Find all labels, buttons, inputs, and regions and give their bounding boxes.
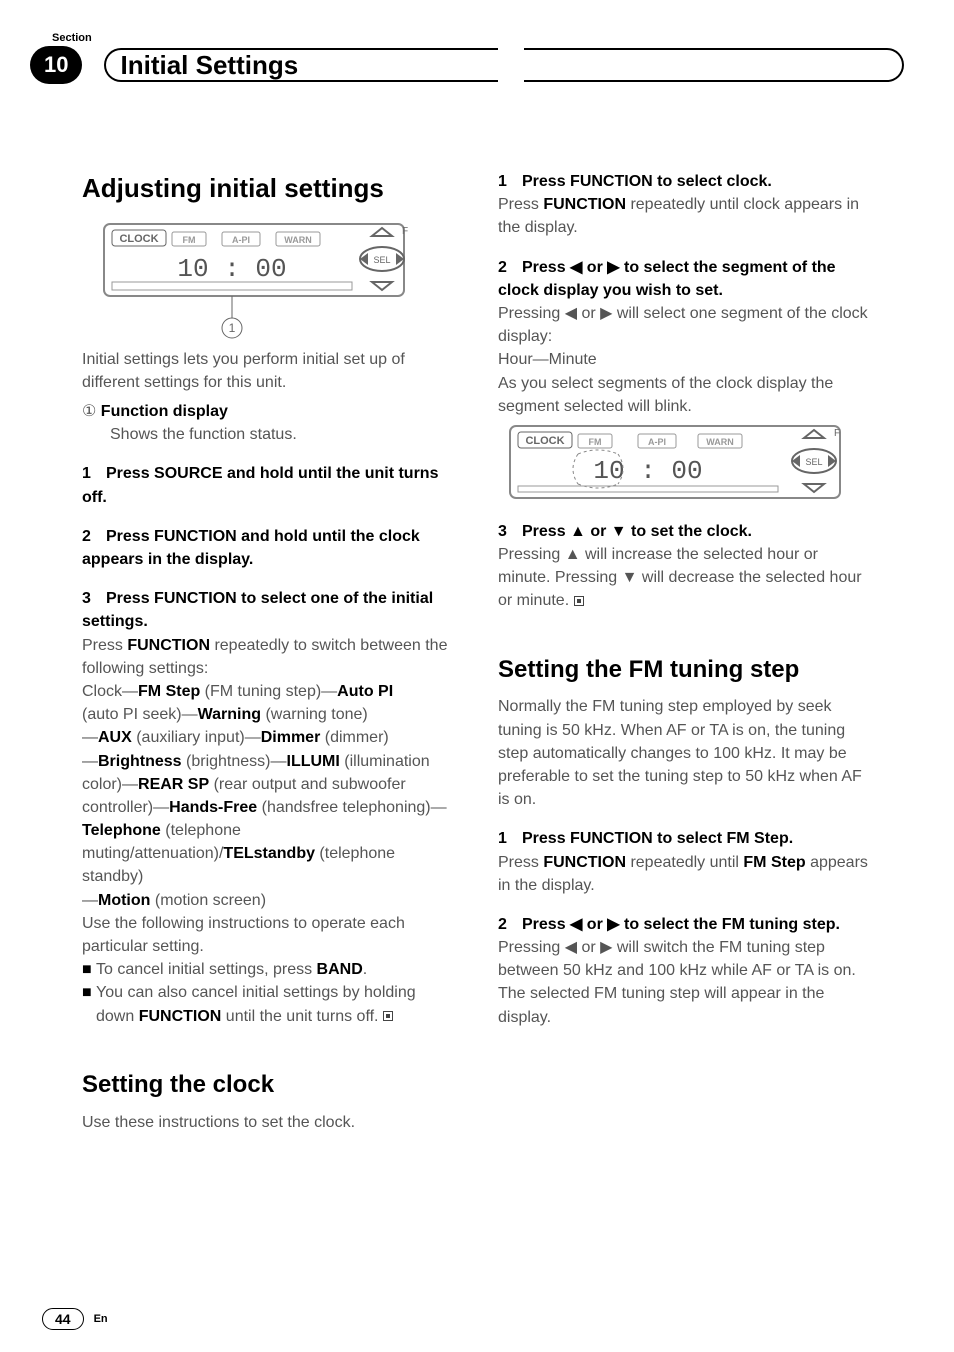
right-step-1-body: Press FUNCTION repeatedly until clock ap… <box>498 193 874 239</box>
svg-text:10 : 00: 10 : 00 <box>593 456 702 486</box>
setting-clock-desc: Use these instructions to set the clock. <box>82 1111 458 1134</box>
svg-text:FM: FM <box>589 437 602 447</box>
display-illustration-2: CLOCK FM A-PI WARN 10 : 00 SEL F <box>508 424 848 504</box>
right-step-2-head: 2Press ◀ or ▶ to select the segment of t… <box>498 256 874 302</box>
use-instructions: Use the following instructions to operat… <box>82 912 458 958</box>
svg-text:FM: FM <box>183 235 196 245</box>
fm-step-1-head: 1Press FUNCTION to select FM Step. <box>498 827 874 850</box>
fm-step-1-body: Press FUNCTION repeatedly until FM Step … <box>498 851 874 897</box>
right-step-1-head: 1Press FUNCTION to select clock. <box>498 170 874 193</box>
fm-intro: Normally the FM tuning step employed by … <box>498 695 874 811</box>
bullet-cancel-function: ■ You can also cancel initial settings b… <box>82 981 458 1027</box>
svg-text:F: F <box>402 226 408 237</box>
left-column: Adjusting initial settings CLOCK FM A-PI… <box>82 170 458 1134</box>
left-step-1: 1Press SOURCE and hold until the unit tu… <box>82 462 458 508</box>
bullet-icon: ■ <box>82 981 96 1004</box>
header-container-right <box>524 48 904 82</box>
end-mark-icon <box>383 1011 393 1021</box>
section-number-badge: 10 <box>30 46 82 84</box>
settings-chain: Clock—FM Step (FM tuning step)—Auto PI (… <box>82 680 458 912</box>
svg-text:SEL: SEL <box>373 255 390 265</box>
end-mark-icon <box>574 596 584 606</box>
left-step-3-head: 3Press FUNCTION to select one of the ini… <box>82 587 458 633</box>
hour-minute: Hour—Minute <box>498 348 874 371</box>
left-step-3-lead: Press FUNCTION repeatedly to switch betw… <box>82 634 458 680</box>
function-display-desc: Shows the function status. <box>82 423 458 446</box>
circled-one: ① <box>82 403 96 420</box>
heading-fm-step: Setting the FM tuning step <box>498 653 874 688</box>
right-step-3-body: Pressing ▲ will increase the selected ho… <box>498 543 874 613</box>
fm-step-2-head: 2Press ◀ or ▶ to select the FM tuning st… <box>498 913 874 936</box>
heading-setting-clock: Setting the clock <box>82 1068 458 1103</box>
section-label: Section <box>52 32 92 44</box>
svg-text:F: F <box>834 428 840 439</box>
function-display-title: Function display <box>101 403 228 420</box>
svg-text:CLOCK: CLOCK <box>119 233 158 245</box>
function-display-label: ① Function display <box>82 400 458 423</box>
header-container-left: Initial Settings <box>104 48 498 82</box>
svg-text:WARN: WARN <box>284 235 312 245</box>
heading-adjusting: Adjusting initial settings <box>82 170 458 208</box>
page-footer: 44 En <box>42 1308 108 1330</box>
page-number: 44 <box>42 1308 84 1330</box>
intro-text: Initial settings lets you perform initia… <box>82 348 458 394</box>
svg-text:SEL: SEL <box>805 457 822 467</box>
svg-text:10 : 00: 10 : 00 <box>177 254 286 284</box>
svg-text:A-PI: A-PI <box>232 235 250 245</box>
language-label: En <box>94 1313 108 1325</box>
right-step-3-head: 3Press ▲ or ▼ to set the clock. <box>498 520 874 543</box>
fm-step-2-body: Pressing ◀ or ▶ will switch the FM tunin… <box>498 936 874 1029</box>
page-header: 10 Initial Settings <box>30 46 904 84</box>
bullet-cancel-band: ■ To cancel initial settings, press BAND… <box>82 958 458 981</box>
page-title: Initial Settings <box>120 50 298 81</box>
bullet-icon: ■ <box>82 958 96 981</box>
svg-text:A-PI: A-PI <box>648 437 666 447</box>
svg-text:WARN: WARN <box>706 437 734 447</box>
right-step-2-tail: As you select segments of the clock disp… <box>498 372 874 418</box>
left-step-2: 2Press FUNCTION and hold until the clock… <box>82 525 458 571</box>
right-step-2-body: Pressing ◀ or ▶ will select one segment … <box>498 302 874 348</box>
right-column: 1Press FUNCTION to select clock. Press F… <box>498 170 874 1134</box>
svg-text:CLOCK: CLOCK <box>525 435 564 447</box>
svg-text:1: 1 <box>229 321 236 335</box>
display-illustration-1: CLOCK FM A-PI WARN 10 : 00 SEL F 1 <box>102 222 412 342</box>
